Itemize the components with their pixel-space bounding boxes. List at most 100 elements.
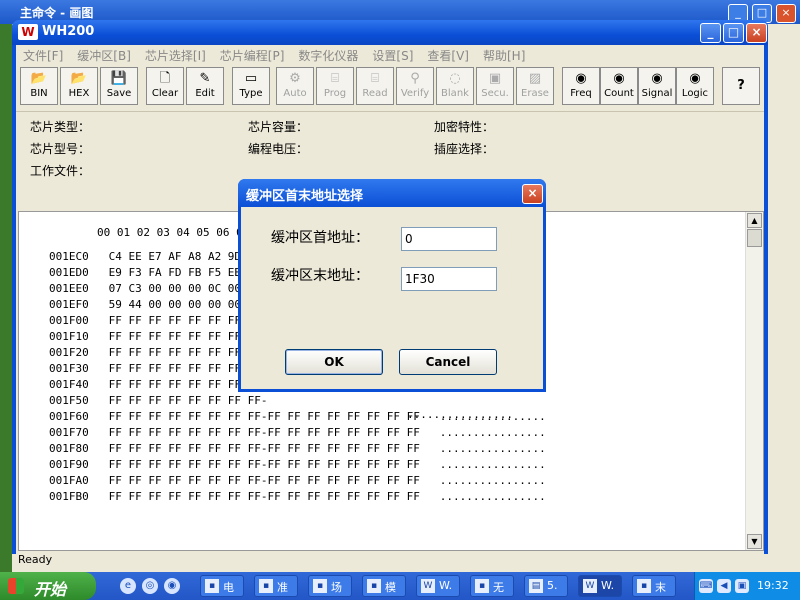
start-label: 开始	[34, 580, 67, 599]
taskbar-task[interactable]: ▪ 电	[200, 575, 244, 597]
toolbar-button-secu[interactable]: ▣ Secu.	[476, 67, 514, 105]
dialog-close-button[interactable]: ×	[522, 184, 543, 204]
lock-icon: ▣	[488, 71, 502, 86]
hex-row: 001EF0 59 44 00 00 00 00 00 00-	[49, 298, 268, 311]
toolbar-button-auto[interactable]: ⚙ Auto	[276, 67, 314, 105]
hex-row: 001F30 FF FF FF FF FF FF FF FF-	[49, 362, 268, 375]
taskbar-task-label: W.	[601, 579, 615, 592]
main-window-title: WH200	[42, 24, 95, 39]
system-tray: ⌨ ◀ ▣ 19:32	[694, 572, 800, 600]
windows-flag-icon	[8, 578, 24, 594]
toolbar-button-signal[interactable]: ◉ Signal	[638, 67, 676, 105]
toolbar-button-label: Secu.	[481, 88, 509, 99]
taskbar-task[interactable]: ▤ 5.	[524, 575, 568, 597]
chip-type-label: 芯片类型：	[30, 120, 91, 134]
cancel-button[interactable]: Cancel	[399, 349, 497, 375]
keyboard-icon[interactable]: ⌨	[699, 579, 713, 593]
menu-help[interactable]: 帮助[H]	[476, 45, 532, 65]
hex-column-header: 00 01 02 03 04 05 06 07-	[97, 226, 256, 239]
signal-icon: ◉	[651, 71, 663, 86]
help-icon: ?	[737, 78, 745, 93]
toolbar-button-prog[interactable]: ⌸ Prog	[316, 67, 354, 105]
chip-capacity-label: 芯片容量：	[248, 120, 309, 134]
taskbar-task[interactable]: W W.	[416, 575, 460, 597]
toolbar-button-type[interactable]: ▭ Type	[232, 67, 270, 105]
dialog-titlebar: 缓冲区首末地址选择 ×	[238, 179, 546, 207]
toolbar-button-label: Type	[239, 88, 263, 99]
pencil-icon: ✎	[199, 71, 211, 86]
menu-buffer[interactable]: 缓冲区[B]	[70, 45, 138, 65]
media-icon[interactable]: ◎	[142, 578, 158, 594]
bg-close-button[interactable]: ×	[776, 4, 796, 23]
browser-icon[interactable]: ◉	[164, 578, 180, 594]
toolbar-button-label: Freq	[570, 88, 592, 99]
hex-row: 001F70 FF FF FF FF FF FF FF FF-FF FF FF …	[49, 426, 546, 439]
chip-icon: ▭	[244, 71, 258, 86]
taskbar-task[interactable]: ▪ 场	[308, 575, 352, 597]
taskbar-task-label: 模	[385, 581, 396, 594]
close-button[interactable]: ×	[746, 23, 767, 43]
taskbar-task[interactable]: ▪ 模	[362, 575, 406, 597]
toolbar-button-label: Auto	[283, 88, 307, 99]
scroll-down-button[interactable]: ▼	[747, 534, 762, 549]
network-icon[interactable]: ▣	[735, 579, 749, 593]
toolbar-button-bin[interactable]: 📂 BIN	[20, 67, 58, 105]
toolbar-button-label: Read	[362, 88, 388, 99]
taskbar-task-label: 电	[223, 581, 234, 594]
toolbar-button-freq[interactable]: ◉ Freq	[562, 67, 600, 105]
maximize-button[interactable]: □	[723, 23, 744, 43]
menu-view[interactable]: 查看[V]	[420, 45, 476, 65]
toolbar-button-save[interactable]: 💾 Save	[100, 67, 138, 105]
prog-icon: ⌸	[331, 71, 339, 86]
clock: 19:32	[757, 579, 789, 592]
toolbar-button-verify[interactable]: ⚲ Verify	[396, 67, 434, 105]
hex-row: 001F50 FF FF FF FF FF FF FF FF-	[49, 394, 268, 407]
read-icon: ⌸	[371, 71, 379, 86]
toolbar-button-erase[interactable]: ▨ Erase	[516, 67, 554, 105]
toolbar-button-label: Count	[604, 88, 634, 99]
toolbar-button-label: HEX	[68, 88, 90, 99]
taskbar-task[interactable]: ▪ 无	[470, 575, 514, 597]
scroll-up-button[interactable]: ▲	[747, 213, 762, 228]
taskbar-task-label: 场	[331, 581, 342, 594]
toolbar-button-label: Edit	[195, 88, 215, 99]
erase-icon: ▨	[528, 71, 542, 86]
toolbar-button-edit[interactable]: ✎ Edit	[186, 67, 224, 105]
toolbar-button-clear[interactable]: 🗋 Clear	[146, 67, 184, 105]
count-icon: ◉	[613, 71, 625, 86]
toolbar: 📂 BIN 📂 HEX 💾 Save 🗋 Clear ✎ Edit ▭ Type ⚙ Auto ⌸ Prog ⌸…	[20, 67, 764, 109]
menu-chip-select[interactable]: 芯片选择[I]	[138, 45, 213, 65]
verify-icon: ⚲	[410, 71, 420, 86]
menu-file[interactable]: 文件[F]	[16, 45, 70, 65]
menu-chip-program[interactable]: 芯片编程[P]	[213, 45, 292, 65]
minimize-button[interactable]: _	[700, 23, 721, 43]
hex-row: 001FB0 FF FF FF FF FF FF FF FF-FF FF FF …	[49, 490, 546, 503]
menu-digital-instrument[interactable]: 数字化仪器	[291, 45, 365, 65]
wh-logo-icon: W	[18, 24, 38, 40]
hex-row: 001F80 FF FF FF FF FF FF FF FF-FF FF FF …	[49, 442, 546, 455]
toolbar-button-read[interactable]: ⌸ Read	[356, 67, 394, 105]
scroll-thumb[interactable]	[747, 229, 762, 247]
menu-settings[interactable]: 设置[S]	[365, 45, 420, 65]
back-arrow-icon[interactable]: ◀	[717, 579, 731, 593]
hex-row: 001ED0 E9 F3 FA FD FB F5 EB EC-	[49, 266, 268, 279]
toolbar-button-logic[interactable]: ◉ Logic	[676, 67, 714, 105]
toolbar-button-count[interactable]: ◉ Count	[600, 67, 638, 105]
hex-ascii-tail: ................	[407, 408, 513, 421]
ok-button[interactable]: OK	[285, 349, 383, 375]
taskbar-task[interactable]: ▪ 末	[632, 575, 676, 597]
status-text: Ready	[18, 553, 53, 566]
taskbar-task-label: W.	[439, 579, 453, 592]
prog-voltage-label: 编程电压：	[248, 142, 309, 156]
ie-icon[interactable]: e	[120, 578, 136, 594]
toolbar-button-hex[interactable]: 📂 HEX	[60, 67, 98, 105]
taskbar-task[interactable]: ▪ 准	[254, 575, 298, 597]
start-button[interactable]: 开始	[0, 572, 96, 600]
toolbar-button-help[interactable]: ?	[722, 67, 760, 105]
taskbar-task[interactable]: W W.	[578, 575, 622, 597]
toolbar-button-blank[interactable]: ◌ Blank	[436, 67, 474, 105]
encrypt-label: 加密特性：	[434, 120, 495, 134]
vertical-scrollbar[interactable]: ▲ ▼	[745, 212, 763, 550]
start-address-input[interactable]	[401, 227, 497, 251]
end-address-input[interactable]	[401, 267, 497, 291]
